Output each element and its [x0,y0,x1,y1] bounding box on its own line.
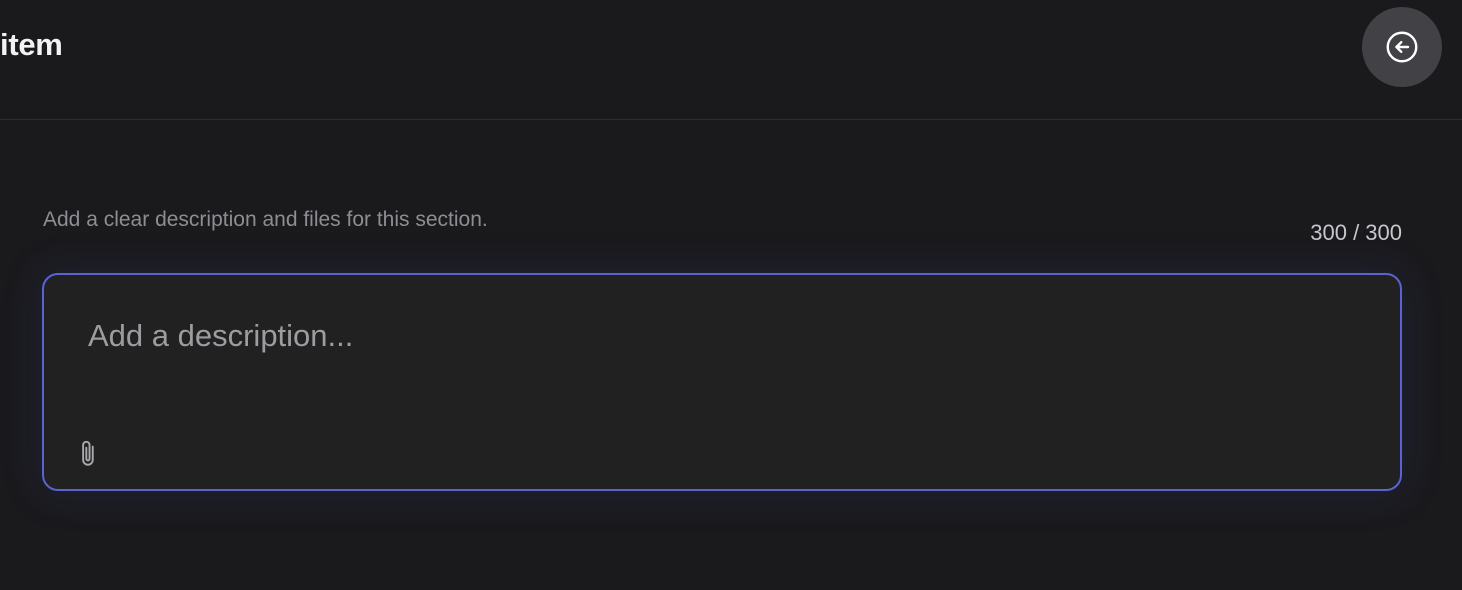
arrow-left-circle-icon [1384,29,1420,65]
page-title: item [0,27,63,62]
back-button[interactable] [1362,7,1442,87]
description-input[interactable] [88,311,1348,361]
header-bar: item [0,0,1462,120]
paperclip-icon [76,437,102,469]
section-hint: Add a clear description and files for th… [43,208,488,231]
description-editor [42,273,1402,491]
attach-file-button[interactable] [74,435,104,471]
character-counter: 300 / 300 [1310,220,1402,245]
